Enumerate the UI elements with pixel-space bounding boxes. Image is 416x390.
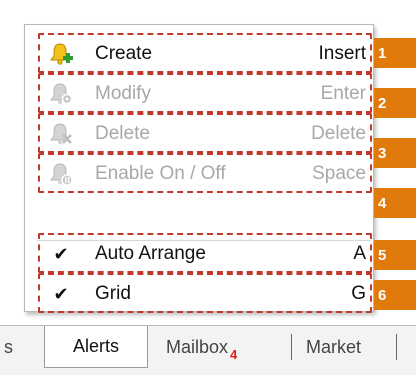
menu-item-shortcut: G [351, 283, 366, 304]
tab-label: s [4, 336, 13, 357]
menu-item-auto-arrange[interactable]: ✔ Auto Arrange A [41, 234, 374, 274]
checkmark-icon: ✔ [53, 243, 69, 264]
menu-item-label: Grid [95, 283, 131, 304]
menu-item-label: Delete [95, 123, 150, 144]
menu-item-delete[interactable]: Delete Delete [41, 114, 374, 154]
tab-partial[interactable]: s [4, 326, 13, 368]
step-marker-5: 5 [374, 240, 416, 270]
menu-item-label: Create [95, 43, 153, 64]
menu-item-shortcut: A [353, 243, 366, 264]
step-marker-6: 6 [374, 280, 416, 310]
tab-label: Mailbox [166, 336, 229, 357]
mailbox-count-badge: 4 [230, 346, 238, 362]
menu-item-enable-toggle[interactable]: Enable On / Off Space [41, 154, 374, 194]
tab-bar: s Alerts Mailbox 4 Market [0, 325, 416, 375]
bell-gear-icon [47, 80, 75, 108]
menu-item-grid[interactable]: ✔ Grid G [41, 274, 374, 314]
menu-item-shortcut: Enter [320, 83, 366, 104]
menu-item-create[interactable]: Create Insert [41, 34, 374, 74]
step-marker-4: 4 [374, 188, 416, 218]
checkmark-icon: ✔ [53, 283, 69, 304]
step-marker-2: 2 [374, 88, 416, 118]
tab-label: Alerts [72, 336, 119, 356]
tab-alerts[interactable]: Alerts [44, 326, 148, 368]
menu-item-shortcut: Delete [311, 123, 366, 144]
tab-divider [291, 334, 292, 360]
tab-label: Market [306, 336, 362, 357]
bell-delete-icon [47, 120, 75, 148]
menu-item-label: Enable On / Off [95, 163, 226, 184]
tab-market[interactable]: Market [306, 326, 361, 368]
tab-divider [396, 334, 397, 360]
menu-item-shortcut: Insert [318, 43, 366, 64]
menu-item-modify[interactable]: Modify Enter [41, 74, 374, 114]
step-marker-3: 3 [374, 138, 416, 168]
menu-item-label: Modify [95, 83, 151, 104]
tab-mailbox[interactable]: Mailbox 4 [166, 326, 237, 368]
bell-toggle-icon [47, 160, 75, 188]
menu-item-shortcut: Space [312, 163, 366, 184]
context-menu: Create Insert Modify Enter Delete Delete [24, 24, 374, 312]
step-marker-1: 1 [374, 38, 416, 68]
menu-item-label: Auto Arrange [95, 243, 206, 264]
bell-add-icon [47, 40, 75, 68]
